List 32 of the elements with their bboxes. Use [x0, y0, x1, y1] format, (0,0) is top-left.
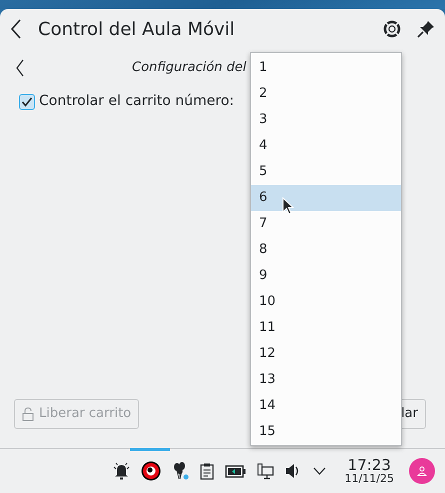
battery-icon[interactable]	[224, 464, 246, 478]
clipboard-icon[interactable]	[200, 462, 214, 480]
lock-icon	[22, 407, 34, 421]
lifebuoy-icon[interactable]	[383, 20, 401, 38]
back-icon[interactable]	[16, 59, 24, 77]
avatar-icon[interactable]	[409, 458, 435, 484]
dropdown-item[interactable]: 10	[251, 289, 401, 315]
computer-icon[interactable]	[256, 462, 274, 480]
dropdown-item[interactable]: 7	[251, 211, 401, 237]
window-title: Control del Aula Móvil	[38, 18, 235, 42]
back-icon[interactable]	[10, 19, 22, 39]
page-title: Configuración del	[132, 59, 246, 78]
bell-icon[interactable]	[112, 462, 130, 480]
checkbox-label: Controlar el carrito número:	[39, 92, 234, 111]
chevron-icon[interactable]	[312, 467, 326, 475]
dropdown-item[interactable]: 6	[251, 185, 401, 211]
dropdown-item[interactable]: 13	[251, 367, 401, 393]
dropdown-item[interactable]: 11	[251, 315, 401, 341]
dropdown-item[interactable]: 9	[251, 263, 401, 289]
dropdown-item[interactable]: 12	[251, 341, 401, 367]
clock[interactable]: 17:23 11/11/25	[344, 458, 394, 484]
pin-icon[interactable]	[417, 20, 435, 38]
checkbox[interactable]	[19, 94, 35, 110]
dropdown-item[interactable]: 1	[251, 55, 401, 81]
record-icon[interactable]	[140, 461, 161, 481]
dropdown-item[interactable]: 3	[251, 107, 401, 133]
mouse-cursor-icon	[282, 197, 294, 215]
balloons-icon[interactable]	[172, 462, 189, 480]
dropdown-item[interactable]: 2	[251, 81, 401, 107]
dropdown-item[interactable]: 8	[251, 237, 401, 263]
dropdown-item[interactable]: 4	[251, 133, 401, 159]
dropdown-item[interactable]: 5	[251, 159, 401, 185]
